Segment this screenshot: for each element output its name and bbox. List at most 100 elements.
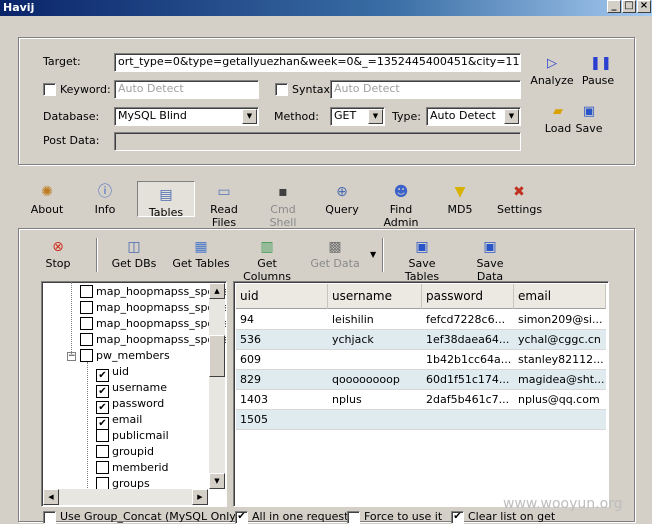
table-cell — [422, 410, 514, 430]
tree-node[interactable]: groupid — [96, 444, 154, 460]
table-row[interactable]: 1403 nplus 2daf5b461c7... nplus@qq.com — [236, 390, 606, 410]
pause-button[interactable]: ❚❚ Pause — [578, 56, 618, 87]
tab-query[interactable]: ⊕ Query — [324, 180, 360, 220]
save-button[interactable]: ▣ Save — [574, 104, 604, 135]
tree-node-label: map_hoopmapss_sports — [96, 301, 227, 314]
maximize-button[interactable]: □ — [622, 0, 636, 13]
tree-checkbox[interactable] — [80, 285, 93, 298]
grid-column-header[interactable]: email — [514, 284, 606, 309]
keyword-input[interactable]: Auto Detect — [114, 80, 259, 99]
get-data-button[interactable]: ▩ Get Data — [309, 239, 361, 270]
target-input[interactable]: ort_type=0&type=getallyuezhan&week=0&_=1… — [114, 53, 521, 72]
scroll-down-icon[interactable]: ▼ — [209, 473, 225, 489]
tab-tables[interactable]: ▤ Tables — [137, 181, 195, 219]
tree-node[interactable]: map_hoopmapss_sports — [80, 316, 226, 332]
table-cell: 2daf5b461c7... — [426, 393, 510, 406]
save-data-button[interactable]: ▣ Save Data — [462, 239, 518, 283]
minimize-button[interactable]: _ — [607, 0, 621, 13]
database-icon: ◫ — [127, 239, 141, 255]
table-icon: ▤ — [159, 187, 173, 203]
chevron-down-icon[interactable]: ▼ — [370, 250, 376, 259]
table-row[interactable]: 94 leishilin fefcd7228c6... simon209@si... — [236, 310, 606, 330]
tab-read-files[interactable]: ▭ Read Files — [197, 180, 251, 229]
tab-cmd-shell[interactable]: ▪ Cmd Shell — [257, 180, 309, 229]
grid-column-header[interactable]: password — [422, 284, 514, 309]
tree-node[interactable]: publicmail — [96, 428, 169, 444]
postdata-input[interactable] — [114, 132, 521, 151]
table-row[interactable]: 609 1b42b1cc64a... stanley82112... — [236, 350, 606, 370]
tab-about[interactable]: ✺ About — [28, 180, 66, 220]
syntax-input[interactable]: Auto Detect — [330, 80, 521, 99]
database-select[interactable]: MySQL Blind ▼ — [114, 107, 259, 126]
tree-node[interactable]: ✔ email — [96, 412, 143, 430]
type-select[interactable]: Auto Detect ▼ — [426, 107, 521, 126]
tab-md5[interactable]: ▼ MD5 — [446, 180, 474, 220]
scroll-left-icon[interactable]: ◀ — [43, 489, 59, 505]
type-select-value: Auto Detect — [430, 109, 496, 122]
get-dbs-button[interactable]: ◫ Get DBs — [110, 239, 158, 270]
tree-checkbox[interactable] — [96, 429, 109, 442]
chevron-down-icon[interactable]: ▼ — [242, 109, 257, 124]
scroll-up-icon[interactable]: ▲ — [209, 283, 225, 299]
scroll-thumb[interactable] — [209, 335, 225, 377]
floppy-icon: ▣ — [483, 239, 497, 255]
method-select-value: GET — [334, 109, 357, 122]
chevron-down-icon[interactable]: ▼ — [368, 109, 383, 124]
tree-node-label: email — [112, 413, 143, 426]
group-concat-label: Use Group_Concat (MySQL Only) — [60, 510, 241, 523]
tree-checkbox[interactable] — [96, 445, 109, 458]
tree-node[interactable]: − pw_members — [67, 348, 170, 364]
terminal-icon: ▪ — [278, 184, 288, 200]
scroll-right-icon[interactable]: ▶ — [192, 489, 208, 505]
tree-node-label: username — [112, 381, 167, 394]
data-grid[interactable]: uid username password email 94 leishilin fefc… — [233, 281, 609, 507]
grid-header: uid username password email — [236, 284, 606, 309]
tree-node[interactable]: ✔ password — [96, 396, 164, 414]
tree-checkbox[interactable] — [80, 301, 93, 314]
grid-column-header[interactable]: uid — [236, 284, 328, 309]
table-row[interactable]: 829 qoooooooop 60d1f51c174... magidea@sht..… — [236, 370, 606, 390]
tree-node[interactable]: memberid — [96, 460, 169, 476]
tree-node[interactable]: map_hoopmapss_sports — [80, 332, 226, 348]
tab-settings[interactable]: ✖ Settings — [497, 180, 542, 220]
tree-node-label: publicmail — [112, 429, 169, 442]
tab-info[interactable]: ⓘ Info — [88, 180, 122, 220]
table-cell: stanley82112... — [518, 353, 604, 366]
target-label: Target: — [43, 55, 81, 68]
get-columns-button[interactable]: ▥ Get Columns — [234, 239, 300, 283]
tree-node[interactable]: map_hoopmapss_sports — [80, 300, 227, 316]
analyze-button[interactable]: ▷ Analyze — [530, 56, 574, 87]
stop-button[interactable]: ⊗ Stop — [42, 239, 74, 270]
tree-checkbox[interactable] — [80, 349, 93, 362]
tree-node[interactable]: ✔ uid — [96, 364, 129, 382]
tree-scrollbar[interactable]: ▲ ▼ — [209, 283, 225, 489]
tab-find-admin[interactable]: ☻ Find Admin — [372, 180, 430, 229]
data-icon: ▩ — [328, 239, 342, 255]
pause-icon: ❚❚ — [590, 56, 612, 71]
table-cell: qoooooooop — [332, 373, 400, 386]
floppy-icon: ▣ — [582, 104, 596, 119]
table-cell: 1403 — [240, 393, 268, 406]
get-tables-button[interactable]: ▦ Get Tables — [172, 239, 230, 270]
tree-node[interactable]: ✔ username — [96, 380, 167, 398]
window-title: Havij — [3, 1, 35, 14]
chevron-down-icon[interactable]: ▼ — [504, 109, 519, 124]
info-icon: ⓘ — [98, 184, 112, 200]
database-select-value: MySQL Blind — [118, 109, 187, 122]
table-row[interactable]: 536 ychjack 1ef38daea64... ychal@cggc.cn — [236, 330, 606, 350]
method-select[interactable]: GET ▼ — [330, 107, 385, 126]
tree-node[interactable]: map_hoopmapss_sports — [80, 284, 226, 300]
tree-checkbox[interactable] — [80, 333, 93, 346]
table-tree[interactable]: map_hoopmapss_sports map_hoopmapss_sports… — [41, 281, 227, 507]
grid-column-header[interactable]: username — [328, 284, 422, 309]
syntax-checkbox[interactable] — [275, 83, 288, 96]
table-row[interactable]: 1505 — [236, 410, 606, 430]
keyword-checkbox[interactable] — [43, 83, 56, 96]
tree-hscrollbar[interactable]: ◀ ▶ — [43, 489, 208, 505]
query-icon: ⊕ — [336, 184, 348, 200]
tree-checkbox[interactable] — [80, 317, 93, 330]
load-button[interactable]: ▰ Load — [542, 104, 574, 135]
tree-checkbox[interactable] — [96, 461, 109, 474]
save-tables-button[interactable]: ▣ Save Tables — [390, 239, 454, 283]
close-button[interactable]: × — [637, 0, 651, 13]
